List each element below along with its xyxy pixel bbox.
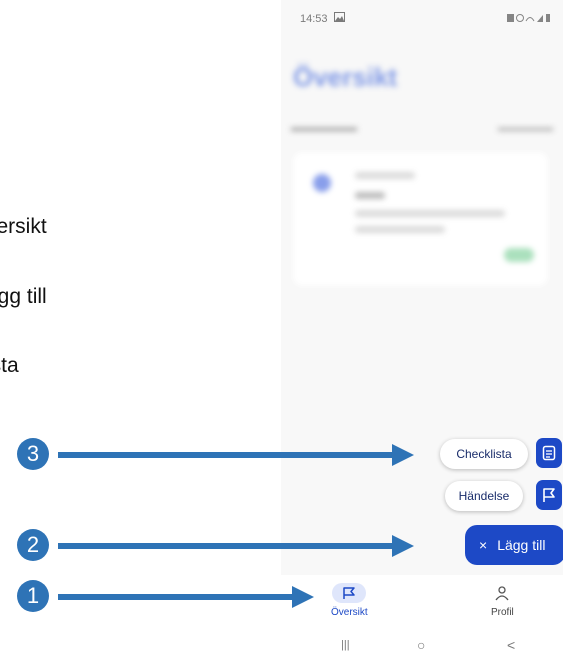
nav-label-profil: Profil bbox=[491, 607, 514, 618]
person-icon bbox=[494, 583, 510, 603]
arrow-3-line bbox=[58, 452, 394, 458]
marker-3: 3 bbox=[17, 438, 49, 470]
phone-screen: 14:53 Översikt ▬▬▬▬▬▬ ▬▬▬▬▬ Checklista H… bbox=[281, 0, 563, 660]
arrow-2-line bbox=[58, 543, 394, 549]
annotation-text-lagg-till: ägg till bbox=[0, 285, 47, 308]
marker-2: 2 bbox=[17, 529, 49, 561]
flag-icon bbox=[332, 583, 367, 603]
home-button[interactable]: ○ bbox=[417, 637, 425, 653]
arrow-1-line bbox=[58, 594, 294, 600]
checklist-icon[interactable] bbox=[536, 438, 562, 468]
arrow-1-head bbox=[292, 586, 314, 608]
checklista-button[interactable]: Checklista bbox=[440, 439, 528, 469]
nav-item-profil[interactable]: Profil bbox=[491, 583, 514, 618]
lagg-till-label: Lägg till bbox=[497, 537, 546, 553]
lagg-till-button[interactable]: × Lägg till bbox=[465, 525, 563, 565]
handelse-button[interactable]: Händelse bbox=[445, 481, 523, 511]
close-icon: × bbox=[479, 537, 488, 553]
back-button[interactable]: < bbox=[507, 637, 515, 653]
marker-1: 1 bbox=[17, 580, 49, 612]
flag-icon[interactable] bbox=[536, 480, 562, 510]
nav-item-oversikt[interactable]: Översikt bbox=[331, 583, 368, 618]
annotation-text-oversikt: versikt bbox=[0, 215, 47, 238]
annotation-text-checklista: ista bbox=[0, 354, 19, 377]
bottom-nav: Översikt Profil bbox=[281, 575, 563, 631]
system-nav-bar: ||| ○ < bbox=[281, 631, 563, 660]
recents-button[interactable]: ||| bbox=[341, 639, 350, 651]
arrow-3-head bbox=[392, 444, 414, 466]
nav-label-oversikt: Översikt bbox=[331, 607, 368, 618]
arrow-2-head bbox=[392, 535, 414, 557]
